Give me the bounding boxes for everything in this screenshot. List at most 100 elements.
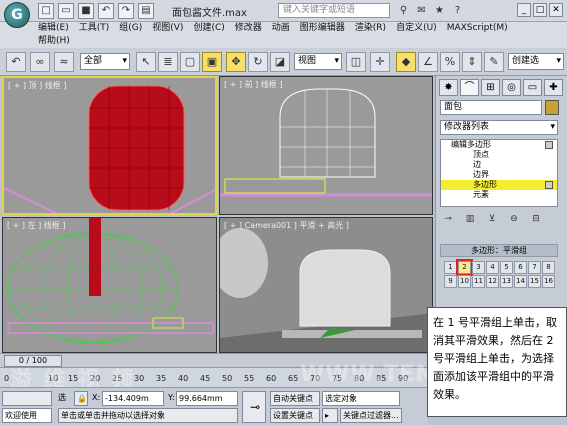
object-color-swatch[interactable] (545, 100, 559, 115)
smoothing-group-button[interactable]: 4 (486, 261, 499, 274)
viewport-front[interactable]: [ + ] 前 ] 线框 ] (219, 76, 433, 215)
edit-named-selection-icon[interactable]: ✎ (484, 52, 504, 72)
viewport-left-label[interactable]: [ + ] 左 ] 线框 ] (7, 220, 65, 231)
stack-item-edit-poly[interactable]: 编辑多边形 (441, 140, 557, 150)
make-unique-icon[interactable]: ⊻ (484, 212, 500, 226)
smoothing-group-button[interactable]: 2 (456, 259, 473, 276)
menu-help[interactable]: 帮助(H) (38, 36, 80, 46)
smoothing-group-button[interactable]: 16 (542, 275, 555, 288)
smoothing-group-button[interactable]: 7 (528, 261, 541, 274)
project-icon[interactable]: ▤ (138, 3, 154, 19)
communication-center-icon[interactable]: ✉ (414, 3, 429, 18)
x-coordinate-field[interactable]: -134.409m (102, 391, 164, 406)
menu-create[interactable]: 创建(C) (193, 22, 234, 35)
undo-icon[interactable]: ↶ (6, 52, 26, 72)
link-icon[interactable]: ∞ (30, 52, 50, 72)
menu-group[interactable]: 组(G) (119, 22, 152, 35)
menu-modifiers[interactable]: 修改器 (235, 22, 272, 35)
menu-customize[interactable]: 自定义(U) (396, 22, 447, 35)
stack-toggle-icon[interactable] (545, 141, 553, 149)
smoothing-groups-rollout-title[interactable]: 多边形：平滑组 (440, 244, 558, 257)
close-button[interactable]: ✕ (549, 3, 563, 17)
y-coordinate-field[interactable]: 99.664mm (176, 391, 238, 406)
utilities-tab-icon[interactable]: ✚ (544, 79, 563, 96)
select-manipulate-icon[interactable]: ✛ (370, 52, 390, 72)
spinner-snap-icon[interactable]: ⇕ (462, 52, 482, 72)
menu-animation[interactable]: 动画 (272, 22, 300, 35)
stack-item-edge[interactable]: 边 (441, 160, 557, 170)
viewport-left[interactable]: [ + ] 左 ] 线框 ] (2, 217, 217, 353)
lock-selection-icon[interactable]: 🔒 (74, 391, 88, 406)
viewport-top[interactable]: [ + ] 顶 ] 线框 ] (2, 76, 217, 215)
help-search-input[interactable]: 键入关键字或短语 (278, 3, 390, 18)
select-move-icon[interactable]: ✥ (226, 52, 246, 72)
smoothing-group-button[interactable]: 14 (514, 275, 527, 288)
viewport-camera[interactable]: [ + ] Camera001 ] 平滑 + 高光 ] (219, 217, 433, 353)
pin-stack-icon[interactable]: ⊸ (440, 212, 456, 226)
save-icon[interactable]: ■ (78, 3, 94, 19)
smoothing-group-button[interactable]: 6 (514, 261, 527, 274)
remove-modifier-icon[interactable]: ⊖ (506, 212, 522, 226)
smoothing-group-button[interactable]: 10 (458, 275, 471, 288)
set-key-button[interactable]: 设置关键点 (270, 408, 320, 423)
menu-edit[interactable]: 编辑(E) (38, 22, 79, 35)
rect-selection-icon[interactable]: ▢ (180, 52, 200, 72)
display-tab-icon[interactable]: ▭ (523, 79, 542, 96)
menu-graph-editors[interactable]: 图形编辑器 (300, 22, 355, 35)
percent-snap-icon[interactable]: % (440, 52, 460, 72)
stack-item-border[interactable]: 边界 (441, 170, 557, 180)
window-crossing-icon[interactable]: ▣ (202, 52, 222, 72)
smoothing-group-button[interactable]: 9 (444, 275, 457, 288)
binoculars-icon[interactable]: ⚲ (396, 3, 411, 18)
object-name-field[interactable]: 面包 (440, 100, 542, 115)
smoothing-group-button[interactable]: 8 (542, 261, 555, 274)
smoothing-group-button[interactable]: 11 (472, 275, 485, 288)
favorites-icon[interactable]: ★ (432, 3, 447, 18)
smoothing-group-button[interactable]: 5 (500, 261, 513, 274)
named-selection-set-dropdown[interactable]: 创建选 (508, 53, 564, 70)
undo-icon[interactable]: ↶ (98, 3, 114, 19)
snaps-toggle-icon[interactable]: ◆ (396, 52, 416, 72)
stack-toggle-icon[interactable] (545, 181, 553, 189)
stack-item-polygon[interactable]: 多边形 (441, 180, 557, 190)
viewport-front-label[interactable]: [ + ] 前 ] 线框 ] (224, 79, 282, 90)
select-object-icon[interactable]: ↖ (136, 52, 156, 72)
hierarchy-tab-icon[interactable]: ⊞ (481, 79, 500, 96)
selected-object-dropdown[interactable]: 选定对象 (322, 391, 400, 406)
menu-tools[interactable]: 工具(T) (79, 22, 120, 35)
smoothing-group-button[interactable]: 13 (500, 275, 513, 288)
stack-item-vertex[interactable]: 顶点 (441, 150, 557, 160)
redo-icon[interactable]: ↷ (118, 3, 134, 19)
bind-space-warp-icon[interactable]: ≈ (54, 52, 74, 72)
key-mode-icon[interactable]: ▸ (322, 408, 338, 423)
maximize-button[interactable]: □ (533, 3, 547, 17)
menu-rendering[interactable]: 渲染(R) (355, 22, 396, 35)
key-filters-button[interactable]: 关键点过滤器... (340, 408, 402, 423)
angle-snap-icon[interactable]: ∠ (418, 52, 438, 72)
modify-tab-icon[interactable]: ⌒ (460, 79, 479, 96)
configure-sets-icon[interactable]: ⊟ (528, 212, 544, 226)
pivot-center-icon[interactable]: ◫ (346, 52, 366, 72)
auto-key-button[interactable]: 自动关键点 (270, 391, 320, 406)
viewport-camera-label[interactable]: [ + ] Camera001 ] 平滑 + 高光 ] (224, 220, 349, 231)
selection-filter-dropdown[interactable]: 全部 (80, 53, 130, 70)
reference-coord-dropdown[interactable]: 视图 (294, 53, 342, 70)
modifier-list-dropdown[interactable]: 修改器列表 (440, 120, 558, 135)
set-key-icon[interactable]: ⊸ (242, 391, 266, 423)
minimize-button[interactable]: _ (517, 3, 531, 17)
app-logo-icon[interactable]: G (4, 2, 30, 28)
select-scale-icon[interactable]: ◪ (270, 52, 290, 72)
menu-maxscript[interactable]: MAXScript(M) (447, 22, 518, 35)
select-by-name-icon[interactable]: ≣ (158, 52, 178, 72)
motion-tab-icon[interactable]: ◎ (502, 79, 521, 96)
maxscript-listener[interactable] (2, 391, 52, 406)
menu-views[interactable]: 视图(V) (152, 22, 193, 35)
stack-item-element[interactable]: 元素 (441, 190, 557, 200)
show-end-result-icon[interactable]: ▥ (462, 212, 478, 226)
smoothing-group-button[interactable]: 15 (528, 275, 541, 288)
open-file-icon[interactable]: ▭ (58, 3, 74, 19)
select-rotate-icon[interactable]: ↻ (248, 52, 268, 72)
create-tab-icon[interactable]: ✸ (439, 79, 458, 96)
help-icon[interactable]: ? (450, 3, 465, 18)
smoothing-group-button[interactable]: 12 (486, 275, 499, 288)
